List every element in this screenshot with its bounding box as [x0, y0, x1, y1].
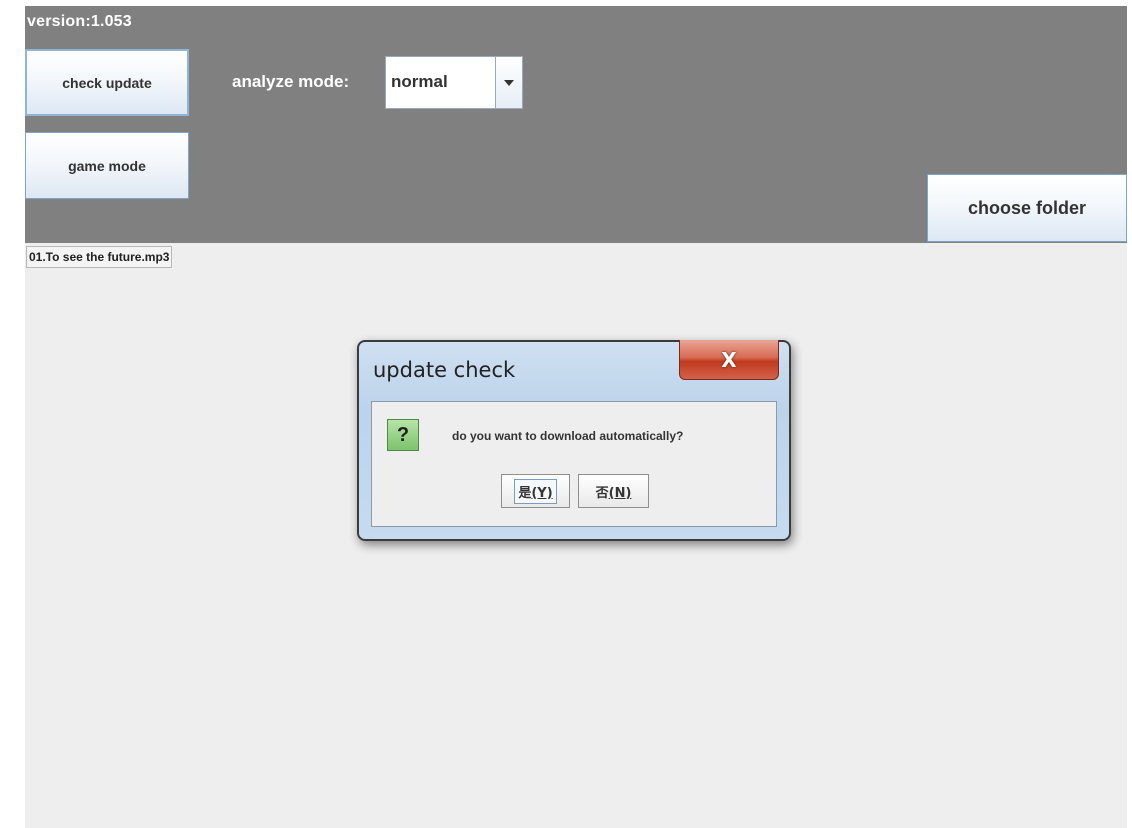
yes-button[interactable]: 是(Y)	[501, 474, 570, 508]
check-update-button[interactable]: check update	[25, 49, 189, 116]
no-button-label: 否	[595, 485, 609, 501]
close-button[interactable]: X	[679, 340, 779, 380]
update-check-dialog: update check X ? do you want to download…	[357, 340, 791, 541]
no-mnemonic: (N)	[608, 485, 632, 501]
game-mode-button[interactable]: game mode	[25, 132, 189, 199]
dialog-message: do you want to download automatically?	[452, 429, 684, 443]
list-item[interactable]: 01.To see the future.mp3	[26, 246, 173, 268]
analyze-mode-label: analyze mode:	[232, 72, 350, 91]
no-button-inner: 否(N)	[593, 480, 635, 503]
analyze-mode-select[interactable]: normal	[385, 56, 523, 109]
question-icon: ?	[387, 419, 419, 451]
top-panel: version:1.053 check update analyze mode:…	[25, 6, 1127, 243]
dialog-content: ? do you want to download automatically?…	[371, 401, 777, 527]
analyze-mode-value: normal	[391, 72, 448, 91]
dialog-title: update check	[373, 358, 516, 382]
choose-folder-button[interactable]: choose folder	[927, 174, 1127, 242]
yes-button-focus: 是(Y)	[514, 478, 557, 504]
version-label: version:1.053	[27, 13, 132, 30]
yes-mnemonic: (Y)	[531, 485, 553, 501]
close-icon: X	[721, 347, 737, 372]
no-button[interactable]: 否(N)	[578, 474, 649, 508]
chevron-down-icon[interactable]	[495, 57, 522, 108]
yes-button-label: 是	[518, 485, 532, 501]
